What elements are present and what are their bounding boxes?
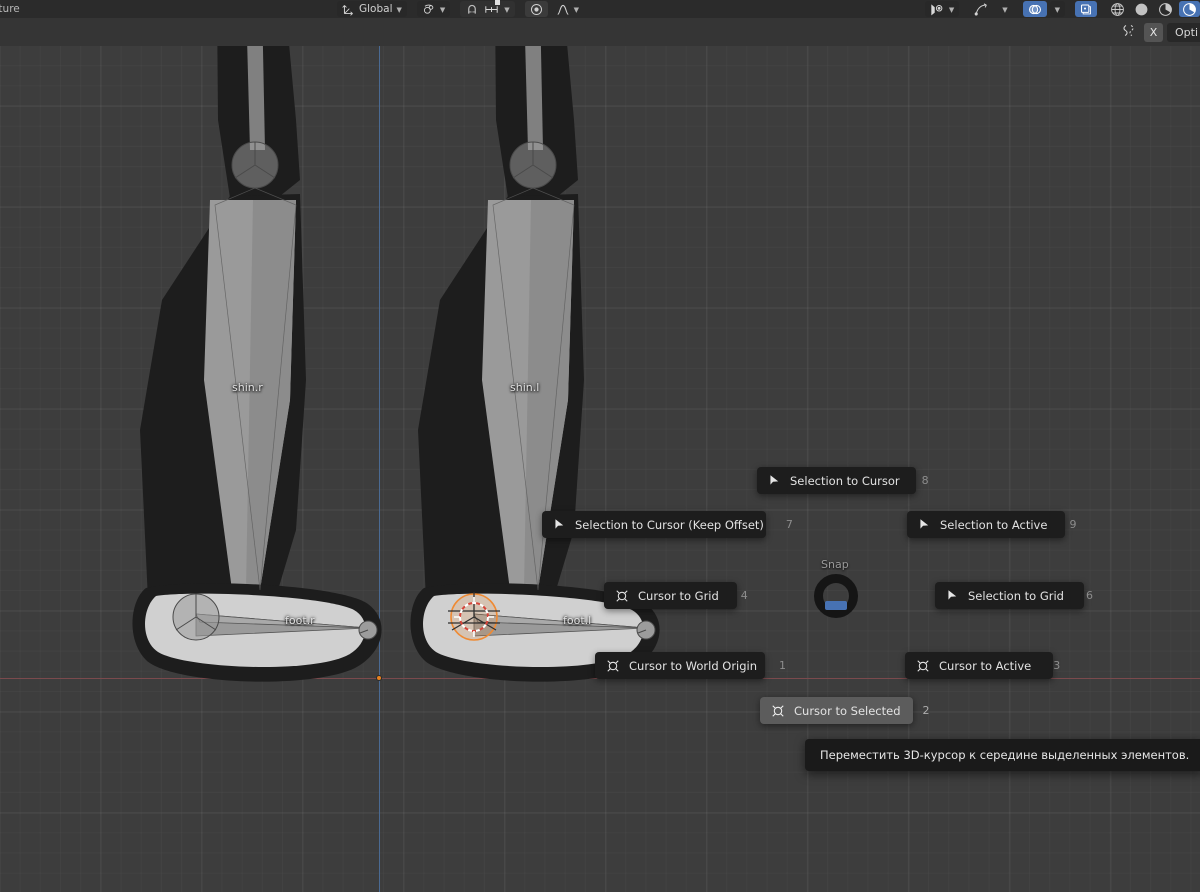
cursor-3d-icon — [615, 589, 629, 603]
pie-item-selection-to-cursor-keep-offset[interactable]: Selection to Cursor (Keep Offset) 7 — [542, 511, 793, 538]
blender-window: shin.r shin.l foot.r foot.l ature Global… — [0, 0, 1200, 892]
chevron-down-icon: ▼ — [1002, 6, 1008, 14]
pie-item-shortcut: 8 — [921, 474, 929, 487]
xray-toggle[interactable] — [1075, 1, 1097, 17]
tool-settings-right: X Opti — [1117, 18, 1200, 46]
xray-icon — [1079, 3, 1093, 16]
overlays-icon — [1028, 3, 1042, 16]
cursor-3d-icon — [606, 659, 620, 673]
viewport-header: ature Global ▼ — [0, 0, 1200, 18]
shading-material-icon — [1158, 2, 1173, 17]
falloff-curve-icon — [556, 3, 570, 16]
tooltip: Переместить 3D-курсор к середине выделен… — [805, 739, 1200, 771]
pie-item-label: Cursor to Grid — [638, 588, 719, 603]
pie-item-shortcut: 3 — [1053, 659, 1061, 672]
pie-item-label: Selection to Grid — [968, 588, 1064, 603]
snap-selection-icon — [768, 474, 781, 487]
pie-item-selection-to-cursor[interactable]: Selection to Cursor 8 — [757, 467, 929, 494]
proportional-edit-icon — [530, 3, 543, 16]
pie-item-selection-to-grid[interactable]: Selection to Grid 6 — [935, 582, 1093, 609]
editor-mode-label: ature — [0, 3, 20, 15]
snap-toggle-group[interactable]: ▼ — [460, 0, 515, 17]
pie-item-shortcut: 4 — [740, 589, 748, 602]
snap-selection-icon — [946, 589, 959, 602]
shading-rendered-button[interactable] — [1179, 1, 1200, 17]
pie-menu-title: Snap — [821, 558, 849, 571]
cursor-3d-icon — [916, 659, 930, 673]
object-visibility-icon — [930, 3, 945, 16]
pivot-point-dropdown[interactable]: ▼ — [416, 1, 451, 17]
chevron-down-icon: ▼ — [1054, 6, 1060, 14]
pie-item-label: Selection to Cursor — [790, 473, 900, 488]
shading-wireframe-icon — [1110, 2, 1125, 17]
chevron-down-icon: ▼ — [948, 6, 955, 14]
gizmo-toggle[interactable] — [969, 1, 994, 17]
shading-solid-icon — [1134, 2, 1149, 17]
options-dropdown[interactable]: Opti — [1166, 22, 1200, 42]
overlays-options-dropdown[interactable]: ▼ — [1049, 1, 1065, 17]
x-mirror-icon — [1117, 23, 1140, 42]
pie-item-label: Selection to Active — [940, 517, 1048, 532]
transform-orientation-value: Global — [359, 3, 393, 15]
proportional-falloff-dropdown[interactable]: ▼ — [551, 1, 584, 17]
shading-wireframe-button[interactable] — [1107, 1, 1128, 17]
header-view-tools: ▼ ▼ ▼ — [924, 1, 1200, 17]
object-visibility-dropdown[interactable]: ▼ — [924, 1, 960, 17]
chevron-down-icon: ▼ — [573, 6, 580, 14]
cursor-3d-icon — [771, 704, 785, 718]
pose-options-icon — [974, 2, 989, 16]
tool-settings-bar: X Opti — [0, 18, 1200, 46]
pie-item-shortcut: 2 — [922, 704, 930, 717]
shading-solid-button[interactable] — [1131, 1, 1152, 17]
gizmo-options-dropdown[interactable]: ▼ — [997, 1, 1012, 17]
axis-gizmo-icon — [342, 3, 355, 16]
pie-item-label: Selection to Cursor (Keep Offset) — [575, 517, 764, 532]
chevron-down-icon: ▼ — [439, 6, 446, 14]
pie-item-cursor-to-grid[interactable]: Cursor to Grid 4 — [604, 582, 748, 609]
pie-item-shortcut: 1 — [779, 659, 787, 672]
pie-item-shortcut: 6 — [1086, 589, 1093, 602]
pie-item-selection-to-active[interactable]: Selection to Active 9 — [907, 511, 1076, 538]
header-transform-tools: Global ▼ ▼ ▼ ▼ — [337, 0, 584, 17]
snap-selection-icon — [918, 518, 931, 531]
magnet-icon — [465, 3, 479, 16]
pie-menu-direction-indicator — [825, 601, 847, 610]
shading-material-button[interactable] — [1155, 1, 1176, 17]
pie-item-shortcut: 9 — [1069, 518, 1077, 531]
pivot-point-icon — [422, 3, 436, 16]
pie-item-cursor-to-selected[interactable]: Cursor to Selected 2 — [760, 697, 930, 724]
pie-item-label: Cursor to Selected — [794, 703, 901, 718]
pie-item-label: Cursor to Active — [939, 658, 1032, 673]
pie-item-label: Cursor to World Origin — [629, 658, 758, 673]
snap-selection-icon — [553, 518, 566, 531]
overlays-toggle[interactable] — [1022, 1, 1047, 17]
chevron-down-icon: ▼ — [504, 6, 510, 14]
snap-increment-icon — [484, 0, 501, 16]
transform-orientation-dropdown[interactable]: Global ▼ — [337, 1, 407, 17]
pie-item-cursor-to-active[interactable]: Cursor to Active 3 — [905, 652, 1060, 679]
pie-item-cursor-to-world-origin[interactable]: Cursor to World Origin 1 — [595, 652, 786, 679]
tooltip-text: Переместить 3D-курсор к середине выделен… — [820, 748, 1190, 762]
shading-rendered-icon — [1182, 2, 1197, 17]
pie-menu-center-ring — [814, 574, 858, 618]
chevron-down-icon: ▼ — [396, 6, 402, 14]
proportional-editing-toggle[interactable] — [524, 1, 548, 17]
x-axis-mirror-toggle[interactable]: X — [1143, 22, 1163, 42]
pie-item-shortcut: 7 — [785, 518, 793, 531]
